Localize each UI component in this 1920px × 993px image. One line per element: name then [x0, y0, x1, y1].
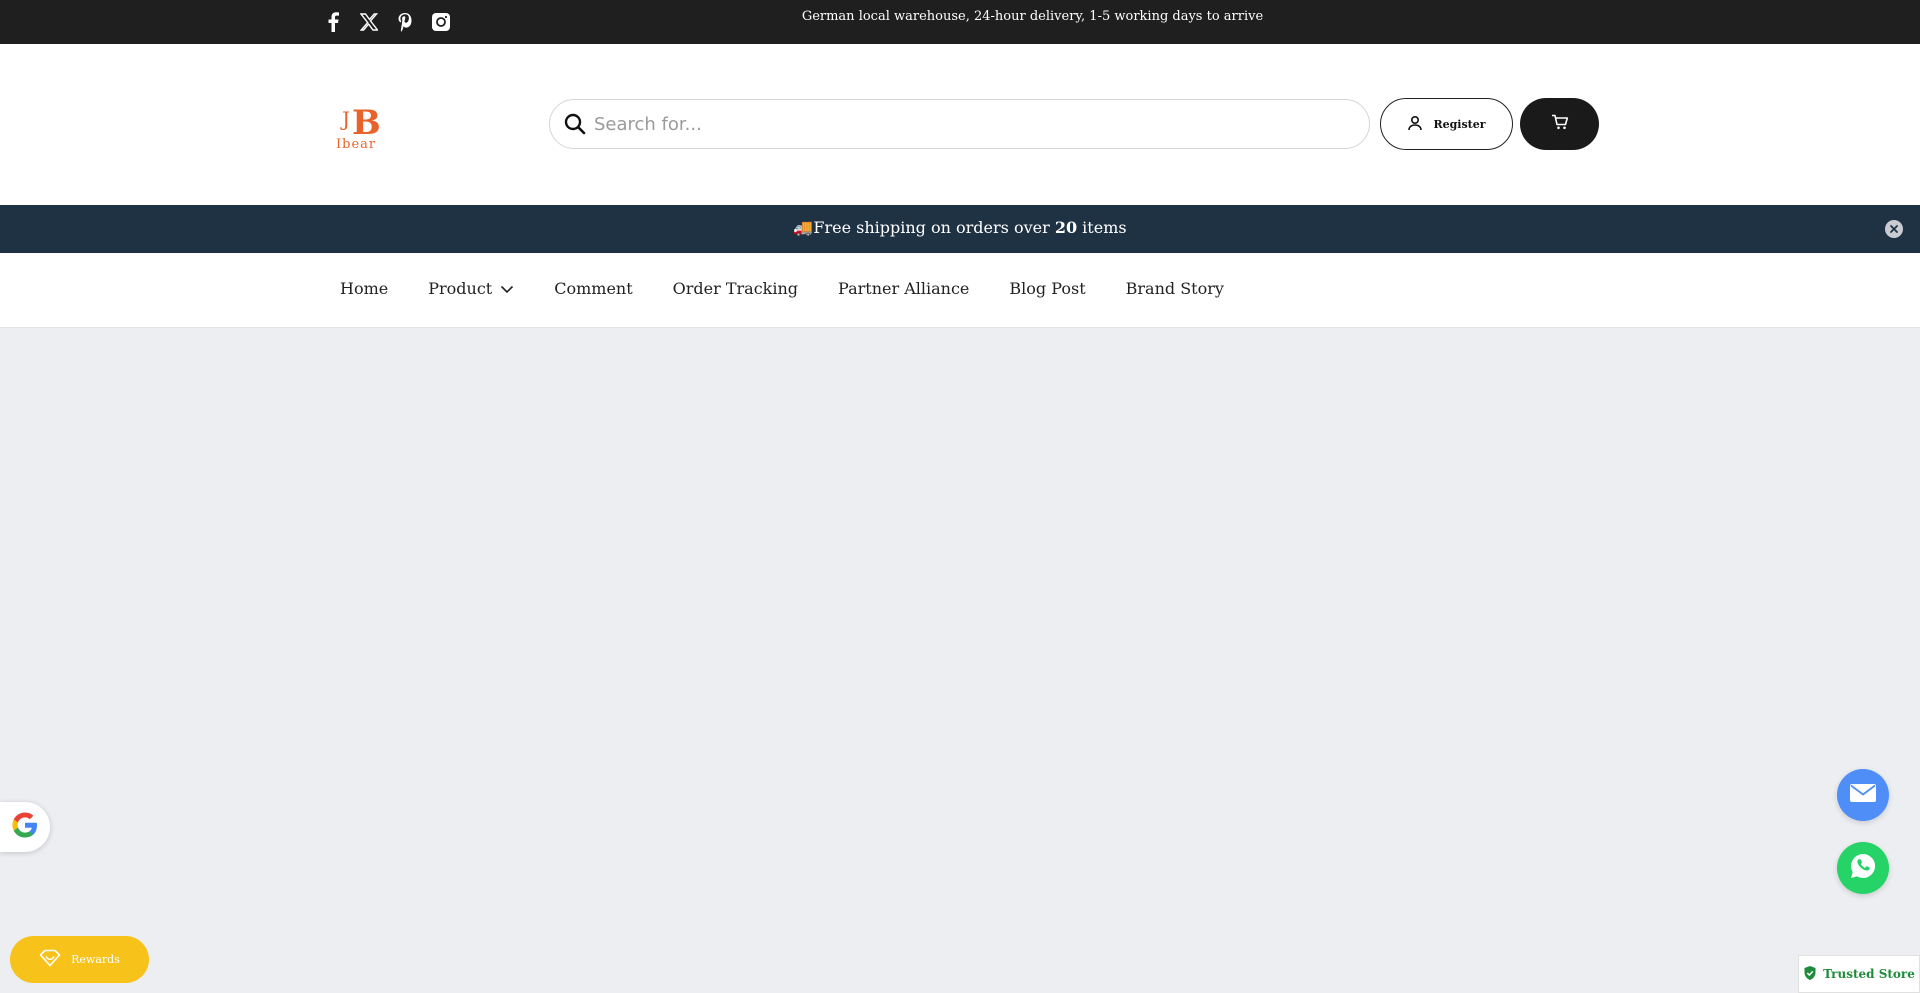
main-navigation: Home Product Comment Order Tracking Part…: [0, 253, 1920, 328]
free-shipping-bar: 🚚Free shipping on orders over 20 items: [0, 205, 1920, 253]
social-links: [322, 10, 452, 34]
x-twitter-icon[interactable]: [358, 10, 380, 34]
chevron-down-icon: [500, 279, 514, 298]
pinterest-icon[interactable]: [394, 10, 416, 34]
cart-button[interactable]: [1520, 98, 1599, 150]
trusted-store-label: Trusted Store: [1823, 967, 1915, 981]
register-label: Register: [1433, 117, 1486, 131]
nav-item-home[interactable]: Home: [340, 279, 388, 298]
rewards-button[interactable]: Rewards: [10, 936, 149, 983]
svg-text:J: J: [340, 107, 350, 131]
truck-emoji: 🚚: [793, 218, 814, 237]
nav-item-order-tracking[interactable]: Order Tracking: [673, 279, 798, 298]
site-header: B J Ibear Register: [0, 44, 1920, 205]
user-icon: [1407, 115, 1423, 134]
facebook-icon[interactable]: [322, 10, 344, 34]
top-announcement-bar: German local warehouse, 24-hour delivery…: [0, 0, 1920, 44]
nav-item-comment[interactable]: Comment: [554, 279, 632, 298]
free-shipping-message: 🚚Free shipping on orders over 20 items: [0, 218, 1920, 237]
nav-item-blog-post[interactable]: Blog Post: [1009, 279, 1085, 298]
brand-logo[interactable]: B J Ibear: [334, 96, 410, 152]
whatsapp-contact-button[interactable]: [1837, 842, 1889, 894]
nav-item-product[interactable]: Product: [428, 279, 514, 298]
google-icon: [10, 810, 40, 844]
instagram-icon[interactable]: [430, 10, 452, 34]
close-icon[interactable]: [1885, 220, 1903, 238]
nav-item-partner-alliance[interactable]: Partner Alliance: [838, 279, 969, 298]
mail-icon: [1849, 783, 1877, 807]
search-icon[interactable]: [564, 113, 586, 139]
trusted-store-badge[interactable]: Trusted Store: [1798, 955, 1920, 993]
email-contact-button[interactable]: [1837, 769, 1889, 821]
announcement-text: German local warehouse, 24-hour delivery…: [801, 9, 1264, 24]
rewards-label: Rewards: [71, 953, 120, 966]
diamond-heart-icon: [39, 949, 61, 970]
whatsapp-icon: [1848, 851, 1878, 885]
shipping-threshold: 20: [1054, 218, 1078, 237]
logo-wordmark: Ibear: [336, 137, 376, 152]
shield-check-icon: [1803, 965, 1817, 984]
nav-item-brand-story[interactable]: Brand Story: [1126, 279, 1224, 298]
cart-icon: [1551, 114, 1569, 134]
shipping-text-before: Free shipping on orders over: [813, 218, 1055, 237]
google-reviews-tab[interactable]: [0, 802, 50, 852]
register-button[interactable]: Register: [1380, 98, 1513, 150]
shipping-text-after: items: [1077, 218, 1127, 237]
search-input[interactable]: [594, 108, 1354, 140]
search-bar: [549, 99, 1370, 149]
